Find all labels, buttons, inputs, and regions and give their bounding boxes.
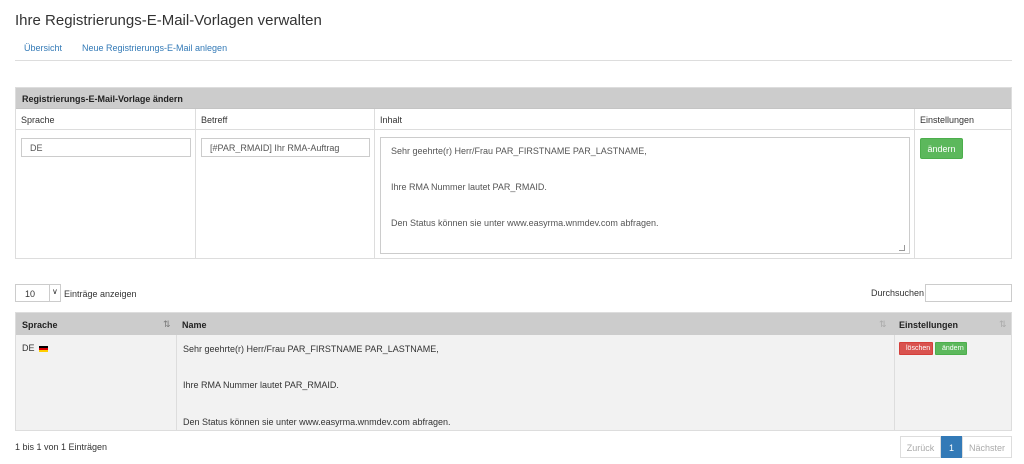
page-length-select[interactable]: 10 ∨ xyxy=(15,284,61,302)
language-input[interactable] xyxy=(21,138,191,157)
row-settings-cell: löschen ändern xyxy=(895,335,1011,430)
chevron-down-icon: ∨ xyxy=(49,285,60,301)
textarea-resize-handle[interactable] xyxy=(899,245,905,251)
row-language-cell: DE xyxy=(16,335,177,430)
page-length-label: Einträge anzeigen xyxy=(64,289,137,299)
panel-title: Registrierungs-E-Mail-Vorlage ändern xyxy=(16,88,1011,109)
templates-table: Sprache ⇅ Name ⇅ Einstellungen ⇅ DE Sehr… xyxy=(15,312,1012,431)
page: Ihre Registrierungs-E-Mail-Vorlagen verw… xyxy=(0,0,1024,464)
german-flag-icon xyxy=(39,345,49,352)
row-name-cell: Sehr geehrte(r) Herr/Frau PAR_FIRSTNAME … xyxy=(177,335,895,430)
subject-column: Betreff xyxy=(196,109,375,258)
content-textarea[interactable]: Sehr geehrte(r) Herr/Frau PAR_FIRSTNAME … xyxy=(380,137,910,254)
language-header: Sprache xyxy=(16,109,195,130)
top-nav: Übersicht Neue Registrierungs-E-Mail anl… xyxy=(15,43,1012,61)
save-template-button[interactable]: ändern xyxy=(920,138,963,159)
table-row: DE Sehr geehrte(r) Herr/Frau PAR_FIRSTNA… xyxy=(16,335,1011,430)
content-header: Inhalt xyxy=(375,109,914,130)
sort-icon[interactable]: ⇅ xyxy=(879,319,887,330)
sort-ascending-icon[interactable]: ⇅ xyxy=(163,319,171,330)
search-label: Durchsuchen xyxy=(871,288,925,298)
column-header-settings-label: Einstellungen xyxy=(899,320,959,330)
edit-button[interactable]: ändern xyxy=(935,342,967,355)
nav-new-template-link[interactable]: Neue Registrierungs-E-Mail anlegen xyxy=(82,43,227,53)
pagination-next-button[interactable]: Nächster xyxy=(962,436,1012,458)
settings-header: Einstellungen xyxy=(915,109,1011,130)
row-name-line: Sehr geehrte(r) Herr/Frau PAR_FIRSTNAME … xyxy=(183,344,439,354)
search-input[interactable] xyxy=(925,284,1012,302)
column-header-name[interactable]: Name xyxy=(177,313,895,335)
row-language: DE xyxy=(22,343,49,353)
page-length-value: 10 xyxy=(25,289,36,299)
edit-template-panel: Registrierungs-E-Mail-Vorlage ändern Spr… xyxy=(15,87,1012,259)
settings-column: Einstellungen ändern xyxy=(915,109,1011,258)
pagination-page-1[interactable]: 1 xyxy=(941,436,962,458)
nav-overview-link[interactable]: Übersicht xyxy=(24,43,62,53)
page-title: Ihre Registrierungs-E-Mail-Vorlagen verw… xyxy=(15,12,322,29)
content-column: Inhalt Sehr geehrte(r) Herr/Frau PAR_FIR… xyxy=(375,109,915,258)
subject-header: Betreff xyxy=(196,109,374,130)
table-header-row: Sprache ⇅ Name ⇅ Einstellungen ⇅ xyxy=(16,313,1011,335)
column-header-settings: Einstellungen xyxy=(895,313,1011,335)
row-language-code: DE xyxy=(22,343,35,353)
row-name-line: Den Status können sie unter www.easyrma.… xyxy=(183,417,451,427)
language-column: Sprache xyxy=(16,109,196,258)
column-header-language[interactable]: Sprache xyxy=(16,313,177,335)
delete-button[interactable]: löschen xyxy=(899,342,933,355)
subject-input[interactable] xyxy=(201,138,370,157)
row-name-line: Ihre RMA Nummer lautet PAR_RMAID. xyxy=(183,380,339,390)
edit-form-table: Sprache Betreff Inhalt Sehr geehrte(r) H… xyxy=(16,109,1011,258)
table-info: 1 bis 1 von 1 Einträgen xyxy=(15,442,108,452)
column-header-language-label: Sprache xyxy=(22,320,58,330)
sort-icon[interactable]: ⇅ xyxy=(999,319,1007,330)
column-header-name-label: Name xyxy=(182,320,207,330)
pagination-prev-button[interactable]: Zurück xyxy=(900,436,941,458)
